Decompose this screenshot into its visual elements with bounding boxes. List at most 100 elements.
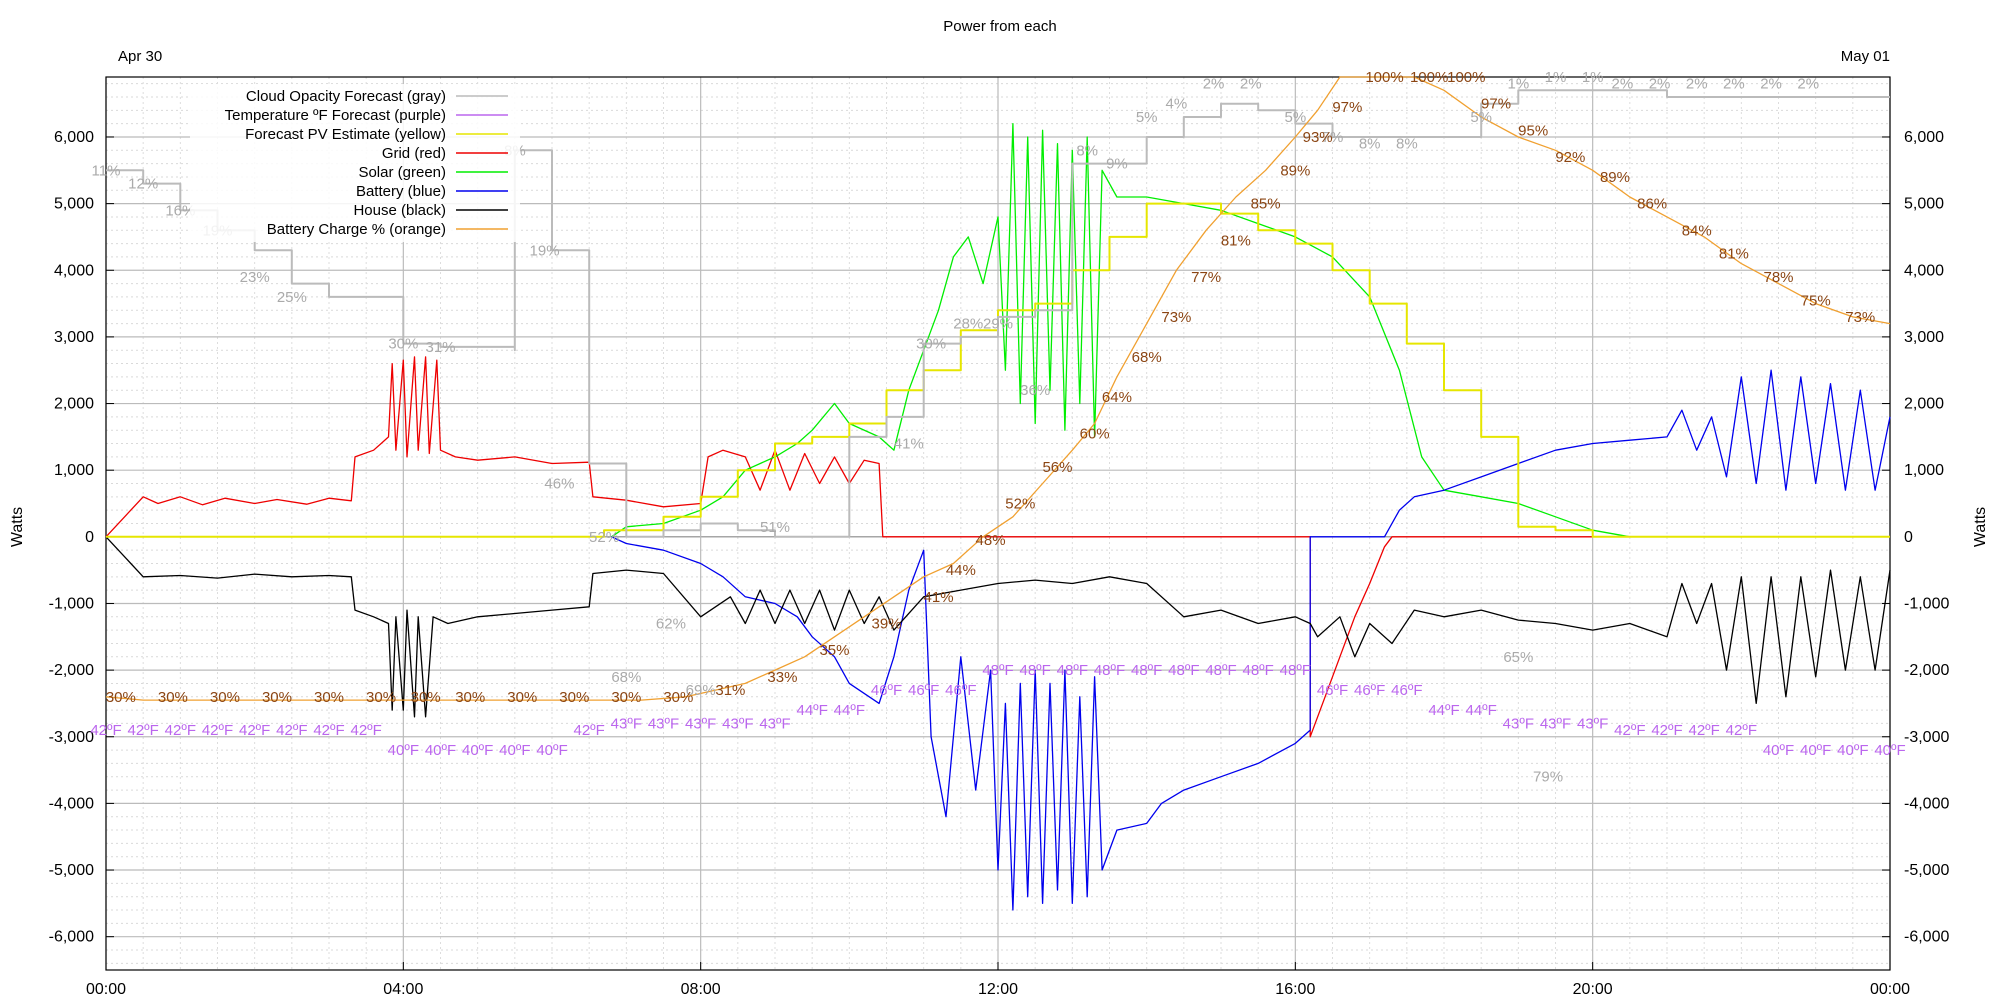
- battery-charge-label: 30%: [210, 689, 240, 706]
- date-start-label: Apr 30: [118, 48, 162, 65]
- cloud-opacity-label: 2%: [1612, 76, 1634, 93]
- battery-charge-label: 100%: [1410, 69, 1448, 86]
- temperature-label: 43ºF: [685, 715, 716, 732]
- temperature-label: 42ºF: [276, 722, 307, 739]
- battery-charge-label: 30%: [262, 689, 292, 706]
- y-tick-label-right: -3,000: [1904, 729, 1949, 746]
- battery-charge-label: 97%: [1332, 99, 1362, 116]
- temperature-label: 40ºF: [462, 742, 493, 759]
- battery-charge-label: 35%: [819, 642, 849, 659]
- temperature-label: 48ºF: [982, 662, 1013, 679]
- x-tick-label: 12:00: [978, 981, 1018, 998]
- temperature-label: 46ºF: [871, 682, 902, 699]
- battery-charge-label: 78%: [1763, 269, 1793, 286]
- date-end-label: May 01: [1841, 48, 1890, 65]
- temperature-label: 48ºF: [1057, 662, 1088, 679]
- cloud-opacity-label: 41%: [894, 436, 924, 453]
- temperature-label: 44ºF: [834, 702, 865, 719]
- cloud-opacity-label: 79%: [1533, 769, 1563, 786]
- battery-charge-label: 89%: [1280, 162, 1310, 179]
- cloud-opacity-label: 2%: [1760, 76, 1782, 93]
- cloud-opacity-label: 8%: [1076, 142, 1098, 159]
- temperature-label: 43ºF: [1540, 715, 1571, 732]
- cloud-opacity-label: 28%: [953, 316, 983, 333]
- y-tick-label-right: 6,000: [1904, 129, 1944, 146]
- battery-charge-label: 41%: [924, 589, 954, 606]
- y-tick-label-left: 2,000: [54, 396, 94, 413]
- battery-charge-label: 75%: [1801, 292, 1831, 309]
- temperature-label: 42ºF: [128, 722, 159, 739]
- cloud-opacity-label: 5%: [1284, 109, 1306, 126]
- temperature-label: 43ºF: [611, 715, 642, 732]
- battery-charge-label: 31%: [715, 682, 745, 699]
- temperature-label: 43ºF: [759, 715, 790, 732]
- battery-charge-label: 30%: [559, 689, 589, 706]
- x-tick-label: 16:00: [1275, 981, 1315, 998]
- temperature-label: 44ºF: [1428, 702, 1459, 719]
- y-tick-label-left: -1,000: [49, 595, 94, 612]
- x-tick-label: 00:00: [1870, 981, 1910, 998]
- battery-charge-label: 30%: [158, 689, 188, 706]
- y-tick-label-right: 5,000: [1904, 196, 1944, 213]
- temperature-label: 48ºF: [1168, 662, 1199, 679]
- x-tick-label: 04:00: [383, 981, 423, 998]
- temperature-label: 40ºF: [1874, 742, 1905, 759]
- battery-charge-label: 84%: [1682, 222, 1712, 239]
- battery-charge-label: 77%: [1191, 269, 1221, 286]
- cloud-opacity-label: 12%: [128, 176, 158, 193]
- y-tick-label-left: -2,000: [49, 662, 94, 679]
- y-tick-label-left: -3,000: [49, 729, 94, 746]
- temperature-label: 42ºF: [313, 722, 344, 739]
- cloud-opacity-label: 68%: [611, 669, 641, 686]
- y-tick-label-right: 3,000: [1904, 329, 1944, 346]
- legend-label: Temperature ºF Forecast (purple): [225, 107, 446, 124]
- battery-charge-label: 30%: [366, 689, 396, 706]
- cloud-opacity-label: 5%: [1136, 109, 1158, 126]
- y-tick-label-left: 5,000: [54, 196, 94, 213]
- cloud-opacity-label: 4%: [1166, 96, 1188, 113]
- cloud-opacity-label: 2%: [1723, 76, 1745, 93]
- temperature-label: 42ºF: [1689, 722, 1720, 739]
- cloud-opacity-label: 1%: [1507, 76, 1529, 93]
- y-tick-label-right: -6,000: [1904, 929, 1949, 946]
- y-tick-label-right: -2,000: [1904, 662, 1949, 679]
- cloud-opacity-label: 62%: [656, 615, 686, 632]
- cloud-opacity-label: 46%: [544, 476, 574, 493]
- temperature-label: 46ºF: [1354, 682, 1385, 699]
- battery-charge-label: 30%: [611, 689, 641, 706]
- temperature-label: 46ºF: [945, 682, 976, 699]
- battery-charge-label: 52%: [1005, 496, 1035, 513]
- temperature-label: 48ºF: [1131, 662, 1162, 679]
- battery-charge-label: 30%: [663, 689, 693, 706]
- cloud-opacity-label: 9%: [1106, 156, 1128, 173]
- cloud-opacity-label: 2%: [1686, 76, 1708, 93]
- cloud-opacity-label: 2%: [1203, 76, 1225, 93]
- battery-charge-label: 73%: [1161, 309, 1191, 326]
- battery-charge-label: 81%: [1719, 246, 1749, 263]
- y-tick-label-right: 1,000: [1904, 462, 1944, 479]
- cloud-opacity-label: 65%: [1503, 649, 1533, 666]
- battery-charge-label: 30%: [507, 689, 537, 706]
- temperature-label: 43ºF: [1577, 715, 1608, 732]
- temperature-label: 42ºF: [351, 722, 382, 739]
- temperature-label: 40ºF: [499, 742, 530, 759]
- legend-label: Cloud Opacity Forecast (gray): [246, 88, 446, 105]
- y-tick-label-left: 1,000: [54, 462, 94, 479]
- y-tick-label-left: 3,000: [54, 329, 94, 346]
- battery-charge-label: 73%: [1845, 309, 1875, 326]
- legend-label: Grid (red): [382, 145, 446, 162]
- battery-charge-label: 100%: [1447, 69, 1485, 86]
- temperature-label: 40ºF: [425, 742, 456, 759]
- y-tick-label-left: 0: [85, 529, 94, 546]
- y-tick-label-left: -4,000: [49, 795, 94, 812]
- temperature-label: 40ºF: [1800, 742, 1831, 759]
- x-tick-label: 08:00: [681, 981, 721, 998]
- cloud-opacity-label: 52%: [589, 529, 619, 546]
- temperature-label: 40ºF: [1763, 742, 1794, 759]
- cloud-opacity-label: 23%: [240, 269, 270, 286]
- temperature-label: 46ºF: [1391, 682, 1422, 699]
- temperature-label: 40ºF: [1837, 742, 1868, 759]
- y-tick-label-left: -6,000: [49, 929, 94, 946]
- battery-charge-label: 56%: [1042, 459, 1072, 476]
- temperature-label: 44ºF: [1466, 702, 1497, 719]
